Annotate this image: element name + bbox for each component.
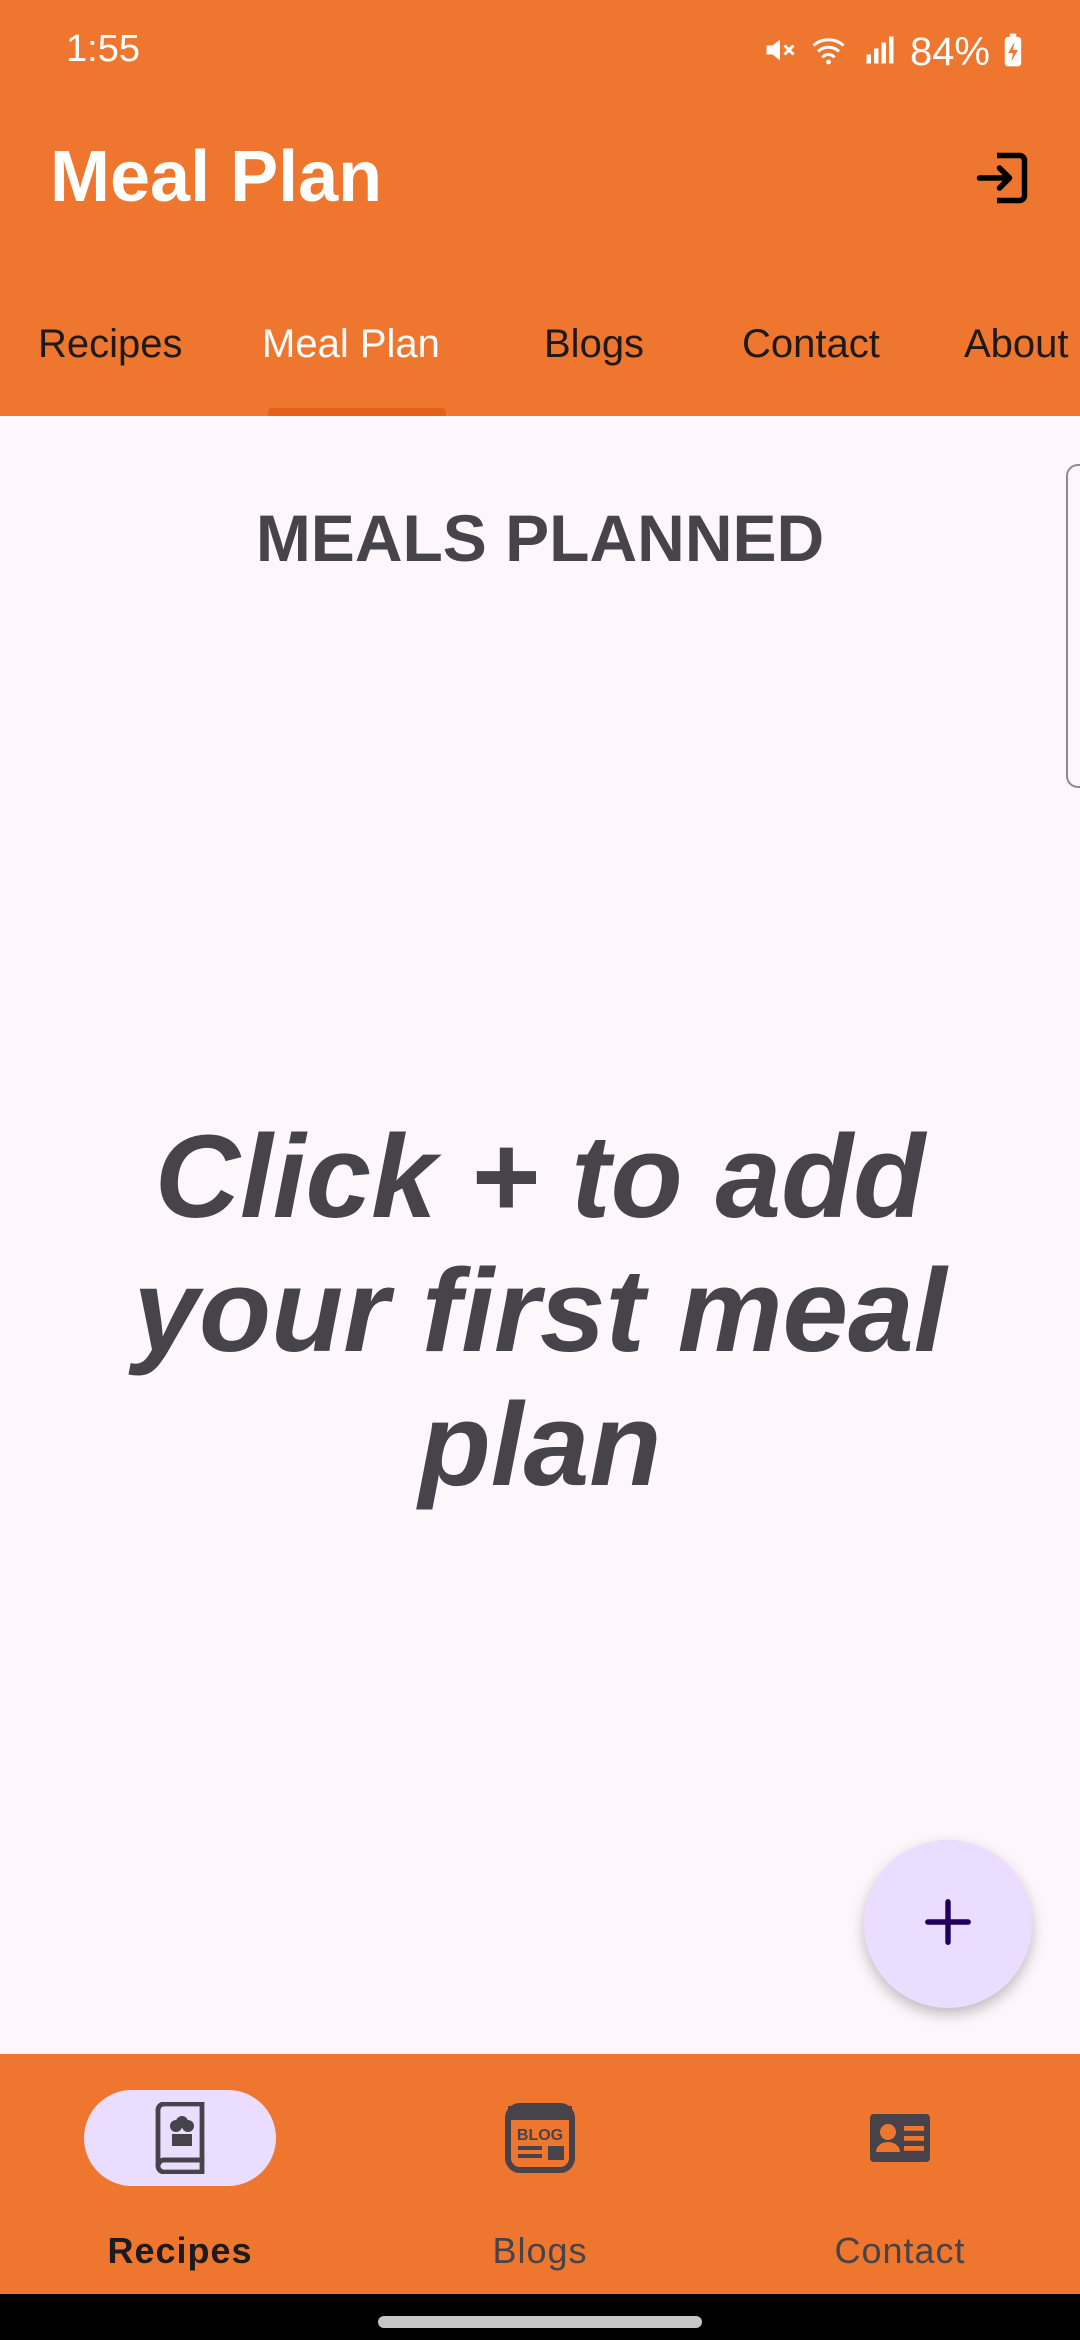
tab-bar: Recipes Meal Plan Blogs Contact About: [0, 300, 1080, 416]
battery-percent: 84%: [909, 29, 990, 74]
nav-label-contact: Contact: [834, 2230, 966, 2271]
top-app-bar: 1:55 84% Meal Plan Recipes Meal Plan Blo…: [0, 0, 1080, 416]
meals-planned-heading: MEALS PLANNED: [255, 501, 825, 575]
tab-recipes[interactable]: Recipes: [38, 322, 183, 367]
bottom-navigation: Recipes BLOG Blogs Contact: [0, 2054, 1080, 2294]
nav-item-blogs[interactable]: BLOG Blogs: [360, 2054, 720, 2294]
add-meal-plan-button[interactable]: [864, 1840, 1032, 2008]
status-icons: 84%: [762, 24, 1024, 80]
signal-icon: [862, 32, 898, 73]
home-gesture-bar[interactable]: [378, 2316, 702, 2328]
logout-button[interactable]: [962, 140, 1042, 220]
battery-charging-icon: [1002, 32, 1024, 73]
contact-card-icon: [860, 2098, 940, 2178]
nav-item-recipes[interactable]: Recipes: [0, 2054, 360, 2294]
tab-contact[interactable]: Contact: [742, 322, 880, 367]
mute-icon: [762, 32, 798, 73]
svg-text:BLOG: BLOG: [517, 2127, 563, 2144]
tab-indicator: [268, 408, 446, 416]
plus-icon: [921, 1895, 975, 1954]
nav-label-recipes: Recipes: [107, 2230, 253, 2271]
recipe-book-icon: [140, 2098, 220, 2178]
wifi-icon: [810, 32, 850, 73]
nav-item-contact[interactable]: Contact: [720, 2054, 1080, 2294]
tab-blogs[interactable]: Blogs: [544, 322, 644, 367]
status-time: 1:55: [66, 28, 140, 70]
empty-state-message: Click + to add your first meal plan: [133, 1111, 947, 1511]
blog-icon: BLOG: [500, 2098, 580, 2178]
tab-about[interactable]: About: [964, 322, 1069, 367]
nav-label-blogs: Blogs: [492, 2230, 588, 2271]
page-title: Meal Plan: [50, 137, 383, 217]
tab-meal-plan[interactable]: Meal Plan: [262, 322, 440, 367]
logout-icon: [972, 148, 1032, 213]
